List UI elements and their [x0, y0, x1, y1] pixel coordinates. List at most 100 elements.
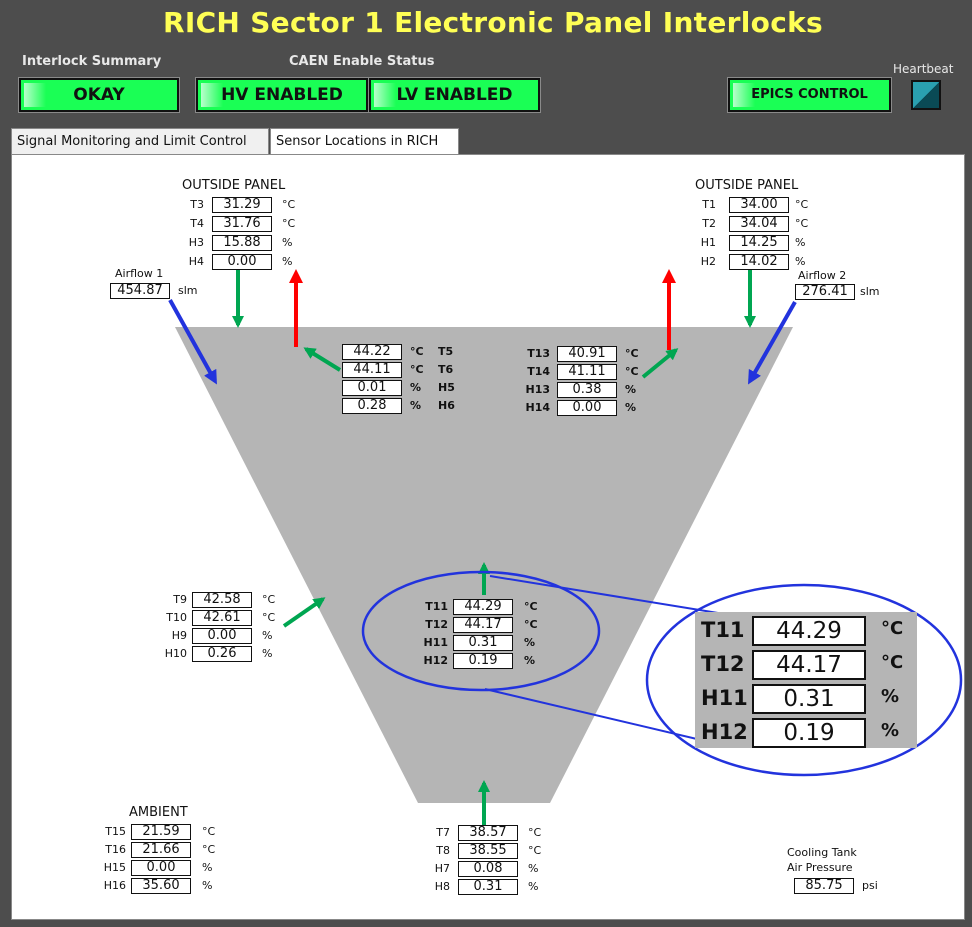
upper-left-t5-label: T5	[438, 345, 454, 358]
cooling-tank-label: Cooling Tank	[787, 846, 857, 859]
airflow-1-unit: slm	[178, 284, 198, 297]
zoom-inset: T11 44.29 °C T12 44.17 °C H11 0.31% H12 0.19%	[695, 612, 917, 748]
cooling-pressure-unit: psi	[862, 879, 878, 892]
center-t11-unit: °C	[524, 600, 538, 613]
side-h10-label: H10	[164, 647, 187, 660]
bottom-h8-unit: %	[528, 880, 539, 893]
bottom-t7-unit: °C	[528, 826, 542, 839]
outside-right-t1-unit: °C	[795, 198, 809, 211]
center-h11-value: 0.31	[453, 635, 513, 651]
side-t9-label: T9	[173, 593, 187, 606]
upper-left-h5-label: H5	[438, 381, 455, 394]
upper-right-t14-value: 41.11	[557, 364, 617, 380]
outside-right-h1-value: 14.25	[729, 235, 789, 251]
zoom-t12-value: 44.17	[752, 650, 866, 680]
upper-left-t5-unit: °C	[410, 345, 424, 358]
bottom-t8-label: T8	[436, 844, 450, 857]
side-h9-value: 0.00	[192, 628, 252, 644]
side-t9-unit: °C	[262, 593, 276, 606]
bottom-t8-value: 38.55	[458, 843, 518, 859]
side-h10-unit: %	[262, 647, 273, 660]
ambient-t16-unit: °C	[202, 843, 216, 856]
outside-right-t2-value: 34.04	[729, 216, 789, 232]
outside-right-h2-label: H2	[700, 255, 716, 268]
bottom-h8-value: 0.31	[458, 879, 518, 895]
outside-right-h2-value: 14.02	[729, 254, 789, 270]
center-t12-label: T12	[425, 618, 448, 631]
bottom-h8-label: H8	[434, 880, 450, 893]
outside-right-t1-label: T1	[702, 198, 716, 211]
airflow-2-unit: slm	[860, 285, 880, 298]
outside-left-t3-label: T3	[190, 198, 204, 211]
ambient-header: AMBIENT	[129, 805, 188, 820]
upper-right-h14-label: H14	[525, 401, 550, 414]
ambient-h15-label: H15	[103, 861, 126, 874]
upper-left-t6-label: T6	[438, 363, 454, 376]
outside-left-h4-value: 0.00	[212, 254, 272, 270]
ambient-h16-unit: %	[202, 879, 213, 892]
upper-left-h5-unit: %	[410, 381, 422, 394]
ambient-t15-label: T15	[105, 825, 126, 838]
upper-right-t13-label: T13	[527, 347, 550, 360]
zoom-t12-label: T12	[701, 652, 745, 676]
airflow-2-label: Airflow 2	[798, 269, 847, 282]
outside-right-t1-value: 34.00	[729, 197, 789, 213]
upper-right-t13-unit: °C	[625, 347, 639, 360]
rich-diagram	[168, 269, 963, 825]
ambient-t16-label: T16	[105, 843, 126, 856]
zoom-h12-value: 0.19	[752, 718, 866, 748]
bottom-t7-value: 38.57	[458, 825, 518, 841]
center-t12-unit: °C	[524, 618, 538, 631]
upper-left-h6-label: H6	[438, 399, 455, 412]
center-t12-value: 44.17	[453, 617, 513, 633]
airflow-2-value: 276.41	[795, 284, 855, 300]
outside-left-h3-label: H3	[188, 236, 204, 249]
upper-right-h14-unit: %	[625, 401, 637, 414]
upper-left-t6-value: 44.11	[342, 362, 402, 378]
ambient-h15-value: 0.00	[131, 860, 191, 876]
zoom-t11-unit: °C	[881, 618, 904, 639]
side-t9-value: 42.58	[192, 592, 252, 608]
outside-left-t4-unit: °C	[282, 217, 296, 230]
outside-left-t4-label: T4	[190, 217, 204, 230]
upper-left-t6-unit: °C	[410, 363, 424, 376]
outside-right-h1-label: H1	[700, 236, 716, 249]
bottom-t7-label: T7	[436, 826, 450, 839]
outside-left-h3-unit: %	[282, 236, 293, 249]
outside-right-h2-unit: %	[795, 255, 806, 268]
bottom-h7-unit: %	[528, 862, 539, 875]
zoom-h12-label: H12	[701, 720, 748, 744]
side-h9-unit: %	[262, 629, 273, 642]
bottom-h7-value: 0.08	[458, 861, 518, 877]
outside-left-t3-unit: °C	[282, 198, 296, 211]
upper-left-h6-unit: %	[410, 399, 422, 412]
outside-right-t2-unit: °C	[795, 217, 809, 230]
bottom-h7-label: H7	[434, 862, 450, 875]
side-h9-label: H9	[171, 629, 187, 642]
upper-right-t13-value: 40.91	[557, 346, 617, 362]
upper-left-t5-value: 44.22	[342, 344, 402, 360]
outside-right-t2-label: T2	[702, 217, 716, 230]
zoom-t11-value: 44.29	[752, 616, 866, 646]
upper-left-h5-value: 0.01	[342, 380, 402, 396]
outside-left-h3-value: 15.88	[212, 235, 272, 251]
center-t11-value: 44.29	[453, 599, 513, 615]
upper-right-t14-label: T14	[527, 365, 550, 378]
ambient-t15-unit: °C	[202, 825, 216, 838]
zoom-h11-label: H11	[701, 686, 748, 710]
upper-right-t14-unit: °C	[625, 365, 639, 378]
outside-right-h1-unit: %	[795, 236, 806, 249]
ambient-t16-value: 21.66	[131, 842, 191, 858]
zoom-h12-unit: %	[881, 720, 900, 741]
center-t11-label: T11	[425, 600, 448, 613]
outside-left-header: OUTSIDE PANEL	[182, 178, 286, 193]
center-h12-value: 0.19	[453, 653, 513, 669]
zoom-h11-unit: %	[881, 686, 900, 707]
zoom-h11-value: 0.31	[752, 684, 866, 714]
side-h10-value: 0.26	[192, 646, 252, 662]
side-t10-label: T10	[166, 611, 187, 624]
zoom-t11-label: T11	[701, 618, 745, 642]
upper-right-h14-value: 0.00	[557, 400, 617, 416]
upper-right-h13-label: H13	[525, 383, 550, 396]
outside-left-h4-unit: %	[282, 255, 293, 268]
